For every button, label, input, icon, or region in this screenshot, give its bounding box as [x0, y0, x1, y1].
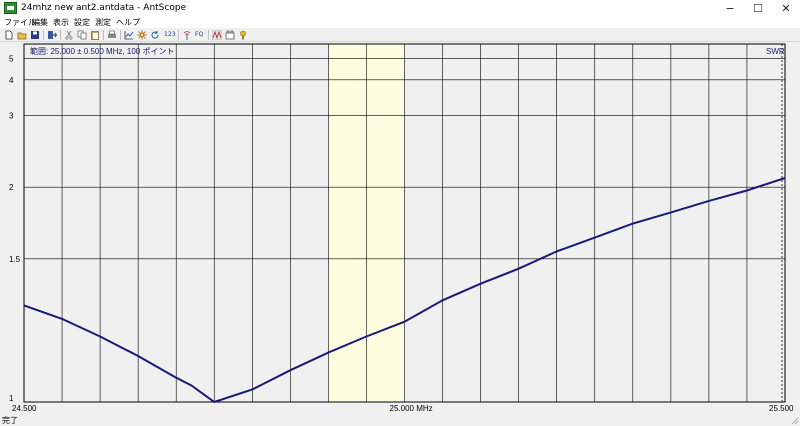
- swr-label: SWR: [766, 47, 785, 56]
- status-text: 完了: [2, 416, 18, 425]
- toolbar-separator: [60, 30, 61, 40]
- y-tick-label: 1.5: [9, 255, 21, 264]
- menu-measure[interactable]: 測定: [95, 17, 111, 28]
- cut-icon[interactable]: [64, 30, 74, 40]
- minimize-button[interactable]: −: [716, 0, 744, 17]
- toolbar-separator: [43, 30, 44, 40]
- help-icon[interactable]: [238, 30, 248, 40]
- y-tick-label: 1: [9, 394, 14, 403]
- title-bar: 24mhz new ant2.antdata - AntScope − ☐ ✕: [0, 0, 800, 17]
- menu-view[interactable]: 表示: [53, 17, 69, 28]
- menu-bar: ファイル 編集 表示 設定 測定 ヘルプ: [0, 17, 800, 28]
- x-tick-label-center: 25.000 MHz: [390, 404, 433, 413]
- toolbar: 123 FQ: [0, 28, 800, 42]
- copy-icon[interactable]: [77, 30, 87, 40]
- refresh-icon[interactable]: [150, 30, 160, 40]
- calibrate-icon[interactable]: [225, 30, 235, 40]
- toolbar-separator: [120, 30, 121, 40]
- numbers-icon[interactable]: 123: [164, 30, 176, 40]
- menu-help[interactable]: ヘルプ: [116, 17, 140, 28]
- maximize-button[interactable]: ☐: [744, 0, 772, 17]
- swr-chart[interactable]: 1 1.5 2 3 4 5 24.500 25.000 MHz 25.500 範囲: 25…: [0, 42, 800, 414]
- y-tick-labels: 1 1.5 2 3 4 5: [9, 54, 21, 403]
- x-tick-label-end: 25.500: [769, 404, 794, 413]
- paste-icon[interactable]: [90, 30, 100, 40]
- y-tick-label: 5: [9, 54, 14, 63]
- y-tick-label: 2: [9, 183, 14, 192]
- toolbar-separator: [103, 30, 104, 40]
- status-bar: 完了: [0, 414, 800, 426]
- fq-icon[interactable]: FQ: [195, 30, 207, 40]
- settings-icon[interactable]: [137, 30, 147, 40]
- resize-grip-icon[interactable]: [791, 417, 799, 425]
- menu-edit[interactable]: 編集: [32, 17, 48, 28]
- y-tick-label: 4: [9, 76, 14, 85]
- save-icon[interactable]: [30, 30, 40, 40]
- new-file-icon[interactable]: [4, 30, 14, 40]
- x-tick-label-start: 24.500: [12, 404, 37, 413]
- chart-icon[interactable]: [124, 30, 134, 40]
- antenna-icon[interactable]: [182, 30, 192, 40]
- sweep-icon[interactable]: [212, 30, 222, 40]
- toolbar-separator: [178, 30, 179, 40]
- y-tick-label: 3: [9, 112, 14, 121]
- print-icon[interactable]: [107, 30, 117, 40]
- export-icon[interactable]: [47, 30, 57, 40]
- window-title: 24mhz new ant2.antdata - AntScope: [21, 3, 187, 13]
- range-label: 範囲: 25.000 ± 0.500 MHz, 100 ポイント: [30, 46, 174, 56]
- menu-settings[interactable]: 設定: [74, 17, 90, 28]
- open-folder-icon[interactable]: [17, 30, 27, 40]
- close-button[interactable]: ✕: [772, 0, 800, 17]
- toolbar-separator: [208, 30, 209, 40]
- app-icon: [4, 2, 17, 14]
